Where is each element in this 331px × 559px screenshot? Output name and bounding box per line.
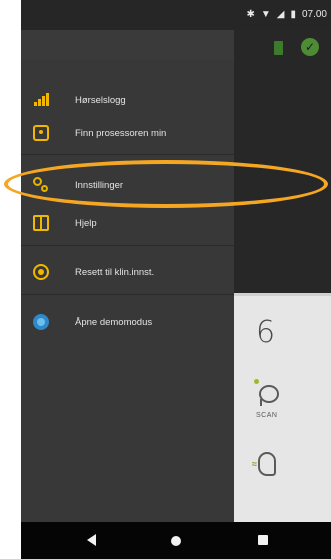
drawer-header <box>21 30 234 60</box>
ear-accessory-icon: ≈ <box>252 459 257 469</box>
program-number: 6 <box>256 315 276 350</box>
menu-item-horselslogg[interactable]: Hørselslogg <box>21 85 234 115</box>
reset-icon <box>33 264 49 280</box>
menu-item-label: Hjelp <box>75 217 97 229</box>
back-icon[interactable] <box>87 534 96 546</box>
scan-label: SCAN <box>256 412 278 419</box>
menu-item-label: Innstillinger <box>75 179 124 191</box>
divider <box>21 294 234 295</box>
bluetooth-icon: ✱ <box>246 8 255 20</box>
navigation-drawer: Hørselslogg Finn prosessoren min Innstil… <box>21 30 234 522</box>
battery-icon: ▮ <box>290 8 296 20</box>
menu-item-label: Hørselslogg <box>75 94 126 106</box>
menu-item-demomodus[interactable]: Åpne demomodus <box>21 307 234 337</box>
menu-item-label: Åpne demomodus <box>75 316 153 328</box>
menu-item-innstillinger[interactable]: Innstillinger <box>21 170 234 200</box>
scan-button[interactable]: SCAN <box>249 377 289 423</box>
system-nav-bar <box>21 522 331 559</box>
connected-check-icon: ✓ <box>301 38 319 56</box>
phone-screen: ✱ ▼ ◢ ▮ 07.00 ✓ 6 SCAN ≈ Hørselslogg Fin… <box>21 0 331 559</box>
divider <box>21 154 234 155</box>
menu-item-label: Resett til klin.innst. <box>75 266 155 278</box>
ear-icon <box>258 452 276 476</box>
processor-battery-icon <box>274 41 283 55</box>
divider <box>233 293 331 296</box>
hearing-button[interactable]: ≈ <box>250 449 282 481</box>
menu-item-label: Finn prosessoren min <box>75 127 167 139</box>
status-time: 07.00 <box>301 9 327 20</box>
program-panel: 6 SCAN ≈ <box>233 293 331 522</box>
background-app: ✓ 6 SCAN ≈ <box>233 30 331 522</box>
home-icon[interactable] <box>171 536 181 546</box>
menu-item-hjelp[interactable]: Hjelp <box>21 208 234 238</box>
signal-bars-icon <box>33 92 49 108</box>
recents-icon[interactable] <box>258 535 268 545</box>
status-bar: ✱ ▼ ◢ ▮ 07.00 <box>21 0 331 30</box>
app-header: ✓ <box>233 30 331 293</box>
divider <box>21 245 234 246</box>
menu-item-resett[interactable]: Resett til klin.innst. <box>21 257 234 287</box>
scan-indicator-icon <box>254 379 259 384</box>
wifi-icon: ▼ <box>260 8 271 20</box>
map-pin-icon <box>33 125 49 141</box>
signal-icon: ◢ <box>276 8 285 20</box>
demo-globe-icon <box>33 314 49 330</box>
menu-item-finn-prosessoren[interactable]: Finn prosessoren min <box>21 118 234 148</box>
settings-gears-icon <box>33 177 49 193</box>
book-icon <box>33 215 49 231</box>
